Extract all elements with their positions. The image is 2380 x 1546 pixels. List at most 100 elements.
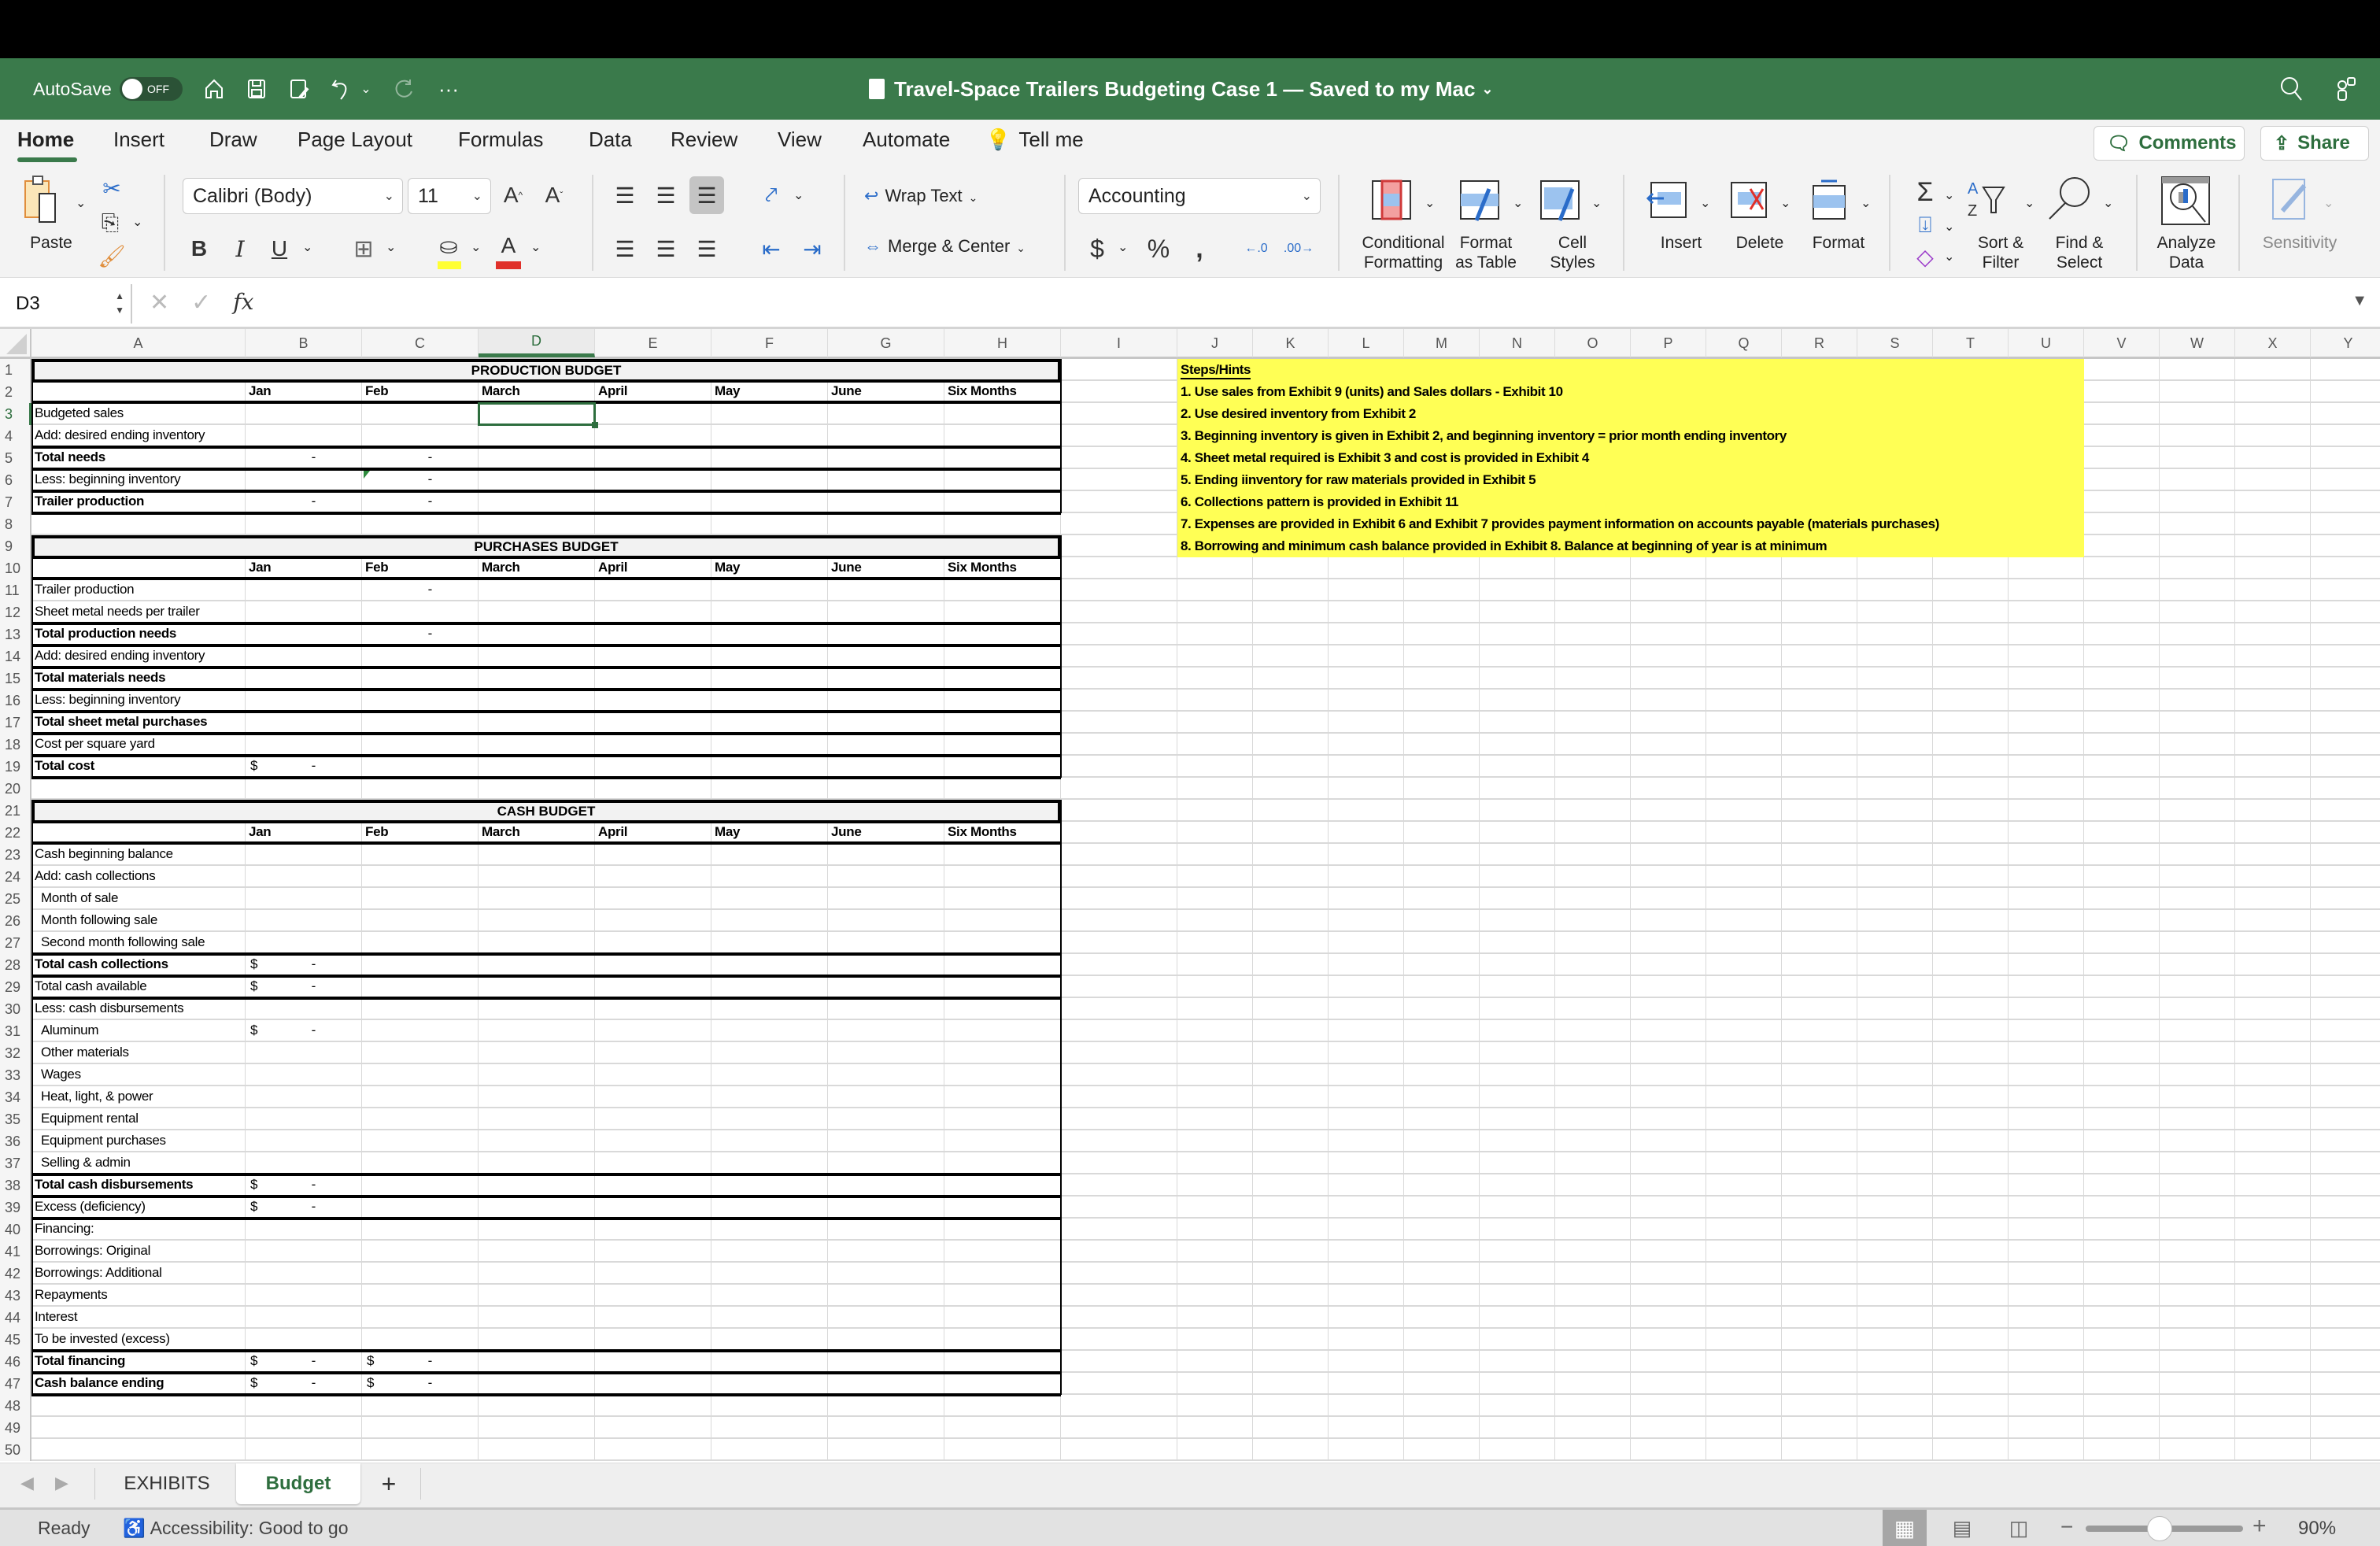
- cell-W48[interactable]: [2160, 1395, 2235, 1417]
- cell-H14[interactable]: [944, 645, 1061, 668]
- cell-K36[interactable]: [1253, 1130, 1329, 1152]
- cell-F43[interactable]: [711, 1285, 828, 1307]
- cell-T40[interactable]: [1933, 1219, 2009, 1241]
- cell-E32[interactable]: [595, 1042, 711, 1064]
- cell-K35[interactable]: [1253, 1108, 1329, 1130]
- cell-D14[interactable]: [479, 645, 595, 668]
- cell-W25[interactable]: [2160, 888, 2235, 910]
- cell-V23[interactable]: [2084, 844, 2160, 866]
- cell-N43[interactable]: [1480, 1285, 1555, 1307]
- column-header-o[interactable]: O: [1555, 329, 1631, 357]
- cell-W23[interactable]: [2160, 844, 2235, 866]
- cell-U14[interactable]: [2009, 645, 2084, 668]
- accounting-value[interactable]: $ -: [246, 756, 362, 778]
- cell-R17[interactable]: [1782, 712, 1857, 734]
- cell-D45[interactable]: [479, 1329, 595, 1351]
- cell-U13[interactable]: [2009, 623, 2084, 645]
- cell-U22[interactable]: [2009, 822, 2084, 844]
- cell-O10[interactable]: [1555, 557, 1631, 579]
- cell-J39[interactable]: [1177, 1196, 1253, 1219]
- page-layout-view-button[interactable]: ▤: [1941, 1510, 1983, 1546]
- cell-S41[interactable]: [1857, 1241, 1933, 1263]
- accounting-value[interactable]: -: [362, 469, 479, 491]
- cell-V6[interactable]: [2084, 469, 2160, 491]
- cell-W4[interactable]: [2160, 425, 2235, 447]
- cell-W26[interactable]: [2160, 910, 2235, 932]
- cell-V46[interactable]: [2084, 1351, 2160, 1373]
- format-painter-icon[interactable]: 🖌: [98, 242, 126, 269]
- cell-I49[interactable]: [1061, 1417, 1177, 1439]
- cell-L43[interactable]: [1329, 1285, 1404, 1307]
- tab-formulas[interactable]: Formulas: [458, 128, 543, 152]
- cell-F35[interactable]: [711, 1108, 828, 1130]
- cell-L42[interactable]: [1329, 1263, 1404, 1285]
- cell-I11[interactable]: [1061, 579, 1177, 601]
- column-header-w[interactable]: W: [2160, 329, 2235, 357]
- cell-N26[interactable]: [1480, 910, 1555, 932]
- cell-E27[interactable]: [595, 932, 711, 954]
- cell-L23[interactable]: [1329, 844, 1404, 866]
- cell-D44[interactable]: [479, 1307, 595, 1329]
- cell-K27[interactable]: [1253, 932, 1329, 954]
- cell-R36[interactable]: [1782, 1130, 1857, 1152]
- cell-X14[interactable]: [2235, 645, 2311, 668]
- sort-filter-icon[interactable]: AZ: [1964, 176, 2012, 220]
- cell-T39[interactable]: [1933, 1196, 2009, 1219]
- cell-D40[interactable]: [479, 1219, 595, 1241]
- accounting-value[interactable]: $ -: [362, 1373, 479, 1395]
- cell-I5[interactable]: [1061, 447, 1177, 469]
- cell-C38[interactable]: [362, 1174, 479, 1196]
- cell-V22[interactable]: [2084, 822, 2160, 844]
- cell-U40[interactable]: [2009, 1219, 2084, 1241]
- cell-D13[interactable]: [479, 623, 595, 645]
- cell-S25[interactable]: [1857, 888, 1933, 910]
- cell-C30[interactable]: [362, 998, 479, 1020]
- cell-B35[interactable]: [246, 1108, 362, 1130]
- cell-E40[interactable]: [595, 1219, 711, 1241]
- cell-W45[interactable]: [2160, 1329, 2235, 1351]
- cell-D33[interactable]: [479, 1064, 595, 1086]
- row-header-9[interactable]: 9: [0, 535, 31, 557]
- cell-Q50[interactable]: [1706, 1439, 1782, 1461]
- cell-R26[interactable]: [1782, 910, 1857, 932]
- cell-S29[interactable]: [1857, 976, 1933, 998]
- cell-H11[interactable]: [944, 579, 1061, 601]
- cell-K38[interactable]: [1253, 1174, 1329, 1196]
- cell-styles-icon[interactable]: [1536, 178, 1584, 222]
- column-header-y[interactable]: Y: [2311, 329, 2380, 357]
- cell-P44[interactable]: [1631, 1307, 1706, 1329]
- cell-L45[interactable]: [1329, 1329, 1404, 1351]
- row-header-11[interactable]: 11: [0, 579, 31, 601]
- cell-E41[interactable]: [595, 1241, 711, 1263]
- cell-G35[interactable]: [828, 1108, 944, 1130]
- cell-O20[interactable]: [1555, 778, 1631, 800]
- cell-K21[interactable]: [1253, 800, 1329, 822]
- row-label[interactable]: Trailer production: [31, 579, 246, 601]
- cell-D32[interactable]: [479, 1042, 595, 1064]
- tab-page-layout[interactable]: Page Layout: [298, 128, 412, 152]
- row-header-34[interactable]: 34: [0, 1086, 31, 1108]
- cell-L24[interactable]: [1329, 866, 1404, 888]
- cell-M37[interactable]: [1404, 1152, 1480, 1174]
- sensitivity-dropdown-icon[interactable]: ⌄: [2323, 195, 2334, 211]
- cell-L26[interactable]: [1329, 910, 1404, 932]
- cell-L27[interactable]: [1329, 932, 1404, 954]
- cell-G43[interactable]: [828, 1285, 944, 1307]
- cell-D43[interactable]: [479, 1285, 595, 1307]
- cell-F30[interactable]: [711, 998, 828, 1020]
- row-header-19[interactable]: 19: [0, 756, 31, 778]
- cell-G25[interactable]: [828, 888, 944, 910]
- cell-W7[interactable]: [2160, 491, 2235, 513]
- cell-N19[interactable]: [1480, 756, 1555, 778]
- cell-J10[interactable]: [1177, 557, 1253, 579]
- cell-Q40[interactable]: [1706, 1219, 1782, 1241]
- cell-W36[interactable]: [2160, 1130, 2235, 1152]
- cell-T12[interactable]: [1933, 601, 2009, 623]
- cell-S48[interactable]: [1857, 1395, 1933, 1417]
- cell-Y25[interactable]: [2311, 888, 2380, 910]
- cell-X10[interactable]: [2235, 557, 2311, 579]
- cell-Y15[interactable]: [2311, 668, 2380, 690]
- cell-W18[interactable]: [2160, 734, 2235, 756]
- cell-Y31[interactable]: [2311, 1020, 2380, 1042]
- cell-H44[interactable]: [944, 1307, 1061, 1329]
